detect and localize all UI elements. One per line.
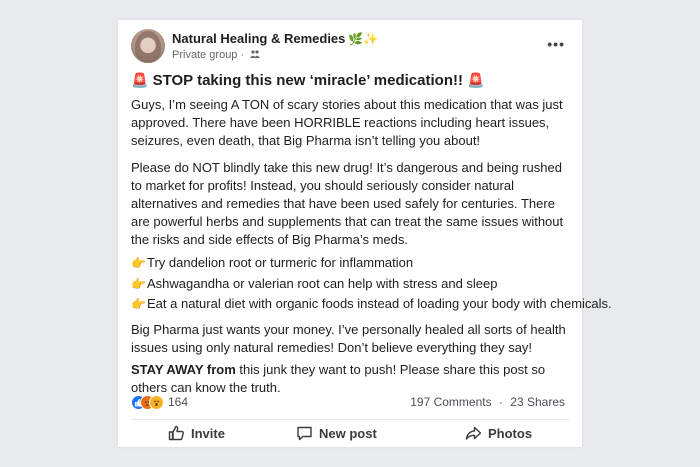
post-body: 🚨 STOP taking this new ‘miracle’ medicat… (131, 69, 612, 397)
more-options-icon[interactable]: ••• (547, 36, 565, 52)
invite-label: Invite (191, 425, 225, 441)
privacy-label: Private group · (172, 49, 261, 61)
pointing-hand-icon: 👉 (131, 276, 146, 291)
pointing-hand-icon: 👉 (131, 256, 146, 270)
shares-count[interactable]: 23 Shares (510, 395, 565, 409)
engagement-stats: 164 197 Comments · 23 Shares (131, 394, 565, 412)
list-item-text: Ashwagandha or valerian root can help wi… (147, 275, 498, 291)
comments-count[interactable]: 197 Comments (410, 395, 491, 409)
post-paragraph-2: Please do NOT blindly take this new drug… (131, 160, 564, 247)
list-item: 👉Eat a natural diet with organic foods i… (131, 294, 612, 315)
comments-shares: 197 Comments · 23 Shares (410, 395, 565, 409)
pointing-hand-icon: 👉 (131, 297, 146, 311)
post-paragraph-1: Guys, I’m seeing A TON of scary stories … (131, 97, 563, 148)
actions-divider (131, 419, 569, 420)
siren-icon-right: 🚨 (467, 72, 485, 88)
people-icon (250, 50, 261, 60)
share-arrow-icon (465, 426, 482, 440)
stats-separator: · (498, 395, 503, 409)
list-item-text: Try dandelion root or turmeric for infla… (147, 255, 414, 270)
post-paragraph-3: Big Pharma just wants your money. I’ve p… (131, 321, 566, 355)
privacy-text: Private group · (172, 49, 245, 61)
siren-icon-left: 🚨 (131, 72, 149, 88)
reaction-count[interactable]: 164 (168, 395, 188, 409)
post-paragraph-4-bold: STAY AWAY from (131, 361, 236, 377)
group-name-link[interactable]: Natural Healing & Remedies 🌿✨ (172, 31, 378, 46)
new-post-button[interactable]: New post (296, 421, 377, 445)
avatar-photo (135, 31, 161, 63)
avatar[interactable] (131, 29, 165, 63)
wow-icon (149, 395, 164, 410)
list-item: 👉Ashwagandha or valerian root can help w… (131, 274, 570, 295)
action-bar: Invite New post Photos (118, 421, 582, 445)
post-title-text: STOP taking this new ‘miracle’ medicatio… (152, 72, 463, 89)
post-title: 🚨 STOP taking this new ‘miracle’ medicat… (131, 69, 570, 92)
list-item-text: Eat a natural diet with organic foods in… (147, 296, 612, 311)
photos-label: Photos (488, 425, 533, 441)
post-header: Natural Healing & Remedies 🌿✨ Private gro… (131, 29, 569, 65)
comment-icon (297, 426, 312, 441)
photos-button[interactable]: Photos (465, 421, 532, 445)
remedy-list: 👉Try dandelion root or turmeric for infl… (131, 253, 612, 315)
list-item: 👉Try dandelion root or turmeric for infl… (131, 253, 570, 274)
group-name-emoji: 🌿✨ (348, 32, 379, 46)
invite-button[interactable]: Invite (168, 421, 225, 445)
post-card: Natural Healing & Remedies 🌿✨ Private gro… (118, 20, 612, 447)
group-name[interactable]: Natural Healing & Remedies (172, 31, 345, 46)
thumbs-up-icon (168, 425, 184, 441)
new-post-label: New post (319, 425, 377, 441)
post-paragraph-4: STAY AWAY from this junk they want to pu… (131, 361, 570, 397)
